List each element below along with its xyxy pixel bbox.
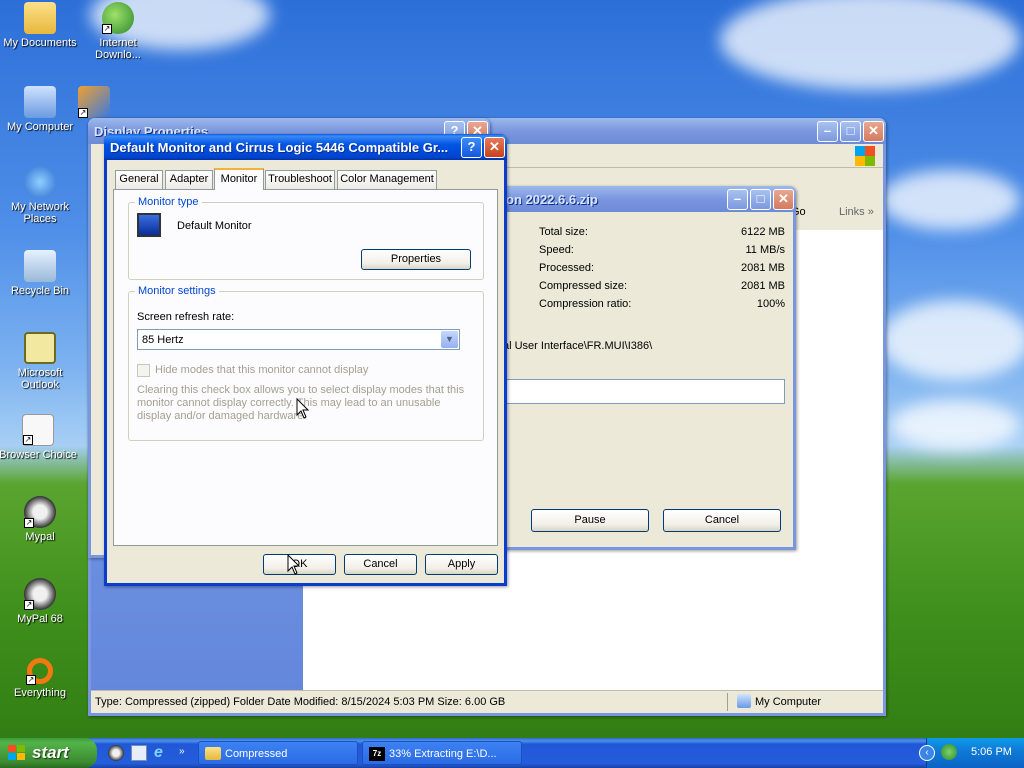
raccoon-icon: ↗ <box>24 496 56 528</box>
shortcut-arrow-icon: ↗ <box>78 108 88 118</box>
cloud <box>720 0 1020 90</box>
monitor-icon <box>137 213 161 237</box>
tab-color-management[interactable]: Color Management <box>337 170 437 189</box>
properties-button[interactable]: Properties <box>361 249 471 270</box>
extract-titlebar[interactable]: on 2022.6.6.zip – □ ✕ <box>470 186 796 212</box>
shortcut-arrow-icon: ↗ <box>24 600 34 610</box>
network-tray-icon[interactable] <box>941 744 957 760</box>
7zip-icon: 7z <box>369 747 385 761</box>
minimize-button[interactable]: – <box>727 188 748 210</box>
shortcut-arrow-icon: ↗ <box>102 24 112 34</box>
refresh-rate-select[interactable]: 85 Hertz ▼ <box>137 329 460 350</box>
tab-adapter[interactable]: Adapter <box>165 170 213 189</box>
desktop-icon-internet-download[interactable]: ↗ Internet Downlo... <box>78 2 158 61</box>
cancel-button[interactable]: Cancel <box>344 554 417 575</box>
shortcut-arrow-icon: ↗ <box>24 518 34 528</box>
task-button-extracting[interactable]: 7z 33% Extracting E:\D... <box>362 741 522 765</box>
recycle-bin-icon <box>24 250 56 282</box>
taskbar: start e » Compressed 7z 33% Extracting E… <box>0 738 1024 768</box>
system-tray: ‹ 5:06 PM <box>919 738 1024 768</box>
checklist-icon: ↗ <box>22 414 54 446</box>
folder-icon <box>205 747 221 760</box>
stat-row: Compression ratio: 100% <box>539 298 785 310</box>
extract-current-path: al User Interface\FR.MUI\I386\ <box>503 340 653 352</box>
desktop-icon-my-network-places[interactable]: My Network Places <box>0 166 80 225</box>
go-button[interactable]: Go <box>791 206 831 226</box>
mouse-cursor-icon <box>287 554 301 575</box>
refresh-rate-value: 85 Hertz <box>142 334 184 346</box>
apply-button[interactable]: Apply <box>425 554 498 575</box>
search-ring-icon: ↗ <box>26 658 53 685</box>
status-divider <box>727 693 728 711</box>
shortcut-arrow-icon: ↗ <box>23 435 33 445</box>
network-icon <box>24 166 56 198</box>
desktop-icon-mypal-68[interactable]: ↗ MyPal 68 <box>0 578 80 625</box>
tab-monitor[interactable]: Monitor <box>214 168 264 190</box>
tray-collapse-icon[interactable]: ‹ <box>919 745 935 761</box>
cloud <box>880 170 1020 230</box>
raccoon-icon[interactable] <box>108 745 124 761</box>
monitor-dialog-titlebar[interactable]: Default Monitor and Cirrus Logic 5446 Co… <box>104 134 507 160</box>
shortcut-arrow-icon: ↗ <box>26 675 36 685</box>
pause-button[interactable]: Pause <box>531 509 649 532</box>
cancel-button[interactable]: Cancel <box>663 509 781 532</box>
close-button[interactable]: ✕ <box>484 136 505 158</box>
desktop-icon-recycle-bin[interactable]: Recycle Bin <box>0 250 80 297</box>
close-button[interactable]: ✕ <box>863 120 884 142</box>
globe-download-icon: ↗ <box>102 2 134 34</box>
links-toolbar[interactable]: Links » <box>839 206 883 226</box>
hide-modes-label: Hide modes that this monitor cannot disp… <box>155 364 369 376</box>
close-button[interactable]: ✕ <box>773 188 794 210</box>
windows-logo-icon <box>855 146 875 166</box>
monitor-type-legend: Monitor type <box>135 196 202 208</box>
maximize-button[interactable]: □ <box>840 120 861 142</box>
quicklaunch-overflow-icon[interactable]: » <box>179 746 185 757</box>
extract-progress-window[interactable]: on 2022.6.6.zip – □ ✕ Total size: 6122 MB… <box>470 186 796 550</box>
internet-explorer-icon[interactable]: e <box>154 744 172 762</box>
tab-troubleshoot[interactable]: Troubleshoot <box>265 170 335 189</box>
computer-icon <box>737 694 751 708</box>
monitor-name: Default Monitor <box>177 220 252 232</box>
desktop-icon-my-documents[interactable]: My Documents <box>0 2 80 49</box>
desktop-icon-my-computer[interactable]: My Computer <box>0 86 80 133</box>
stat-row: Compressed size: 2081 MB <box>539 280 785 292</box>
cloud <box>890 400 1020 450</box>
display-icon: ↗ <box>78 86 110 118</box>
desktop-icon-browser-choice[interactable]: ↗ Browser Choice <box>0 414 78 461</box>
help-button[interactable]: ? <box>461 136 482 158</box>
desktop-icon-partial[interactable]: ↗ <box>78 86 110 121</box>
desktop-icon-mypal[interactable]: ↗ Mypal <box>0 496 80 543</box>
hide-modes-checkbox[interactable] <box>137 364 150 377</box>
cloud <box>880 300 1024 380</box>
chevron-down-icon[interactable]: ▼ <box>441 331 458 348</box>
task-button-compressed[interactable]: Compressed <box>198 741 358 765</box>
minimize-button[interactable]: – <box>817 120 838 142</box>
windows-flag-icon <box>8 745 25 760</box>
tab-general[interactable]: General <box>115 170 163 189</box>
stat-row: Total size: 6122 MB <box>539 226 785 238</box>
mouse-cursor-icon <box>296 398 310 419</box>
outlook-icon <box>24 332 56 364</box>
status-zone: My Computer <box>755 696 822 708</box>
start-button[interactable]: start <box>0 738 97 768</box>
refresh-rate-label: Screen refresh rate: <box>137 311 235 323</box>
monitor-tab-page: Monitor type Default Monitor Properties … <box>113 189 498 546</box>
monitor-settings-legend: Monitor settings <box>135 285 219 297</box>
extract-stats: Total size: 6122 MB Speed: 11 MB/s Process… <box>539 226 785 316</box>
clock[interactable]: 5:06 PM <box>971 746 1012 758</box>
monitor-type-group: Monitor type Default Monitor Properties <box>128 196 484 280</box>
status-bar: Type: Compressed (zipped) Folder Date Mo… <box>91 690 883 713</box>
monitor-properties-dialog[interactable]: Default Monitor and Cirrus Logic 5446 Co… <box>104 134 507 586</box>
desktop-icon-everything[interactable]: ↗ Everything <box>0 658 80 699</box>
computer-icon <box>24 86 56 118</box>
folder-icon <box>24 2 56 34</box>
stat-row: Speed: 11 MB/s <box>539 244 785 256</box>
maximize-button[interactable]: □ <box>750 188 771 210</box>
desktop-icon-microsoft-outlook[interactable]: Microsoft Outlook <box>0 332 80 391</box>
extract-progress-bar <box>503 379 785 404</box>
status-text: Type: Compressed (zipped) Folder Date Mo… <box>95 696 506 708</box>
stat-row: Processed: 2081 MB <box>539 262 785 274</box>
window-icon[interactable] <box>131 745 147 761</box>
raccoon-icon: ↗ <box>24 578 56 610</box>
